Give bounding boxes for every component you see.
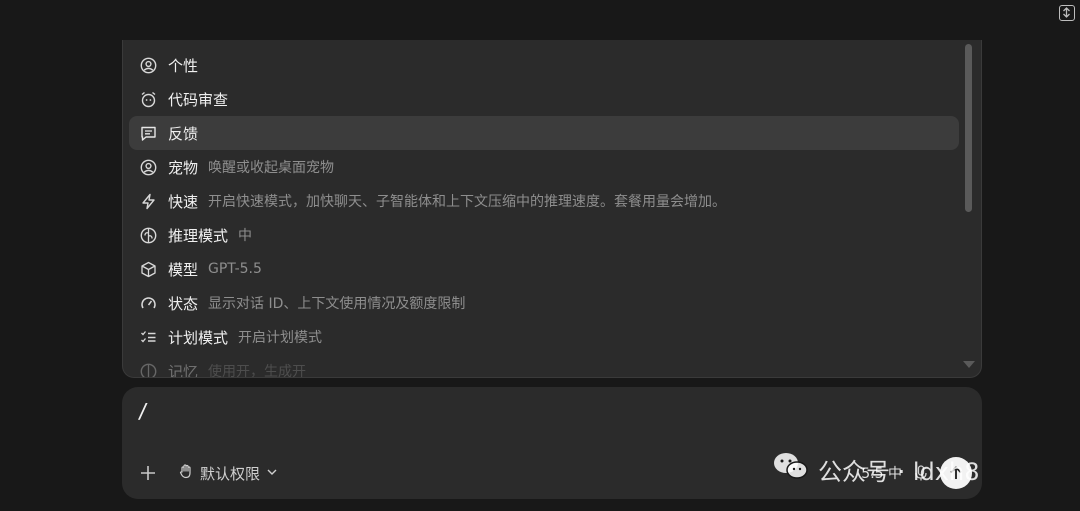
user-circle-icon [139, 56, 157, 74]
watermark-text: 公众号 · ldxh8 [818, 457, 980, 486]
hand-icon [178, 463, 194, 483]
brain-icon [139, 226, 157, 244]
scroll-down-arrow-icon[interactable] [963, 361, 975, 368]
wechat-icon [772, 451, 810, 487]
permission-selector[interactable]: 默认权限 [178, 461, 278, 485]
gauge-icon [139, 294, 157, 312]
chevron-down-icon [266, 464, 278, 482]
pet-face-icon [139, 158, 157, 176]
scroll-thumb[interactable] [965, 44, 972, 212]
menu-item-desc: 显示对话 ID、上下文使用情况及额度限制 [208, 296, 466, 312]
menu-item-desc: 唤醒或收起桌面宠物 [208, 160, 335, 176]
cube-icon [139, 260, 157, 278]
expand-icon[interactable] [1059, 5, 1075, 21]
menu-item-feedback[interactable]: 反馈 [129, 116, 959, 150]
message-input[interactable]: / [137, 399, 149, 423]
watermark: 公众号 · ldxh8 [772, 452, 979, 486]
slash-command-menu: 个性 代码审查 反馈 宠物 唤醒或收起桌面宠物 快速 开启快速模式，加快聊天、子… [122, 40, 982, 378]
menu-item-reasoning-mode[interactable]: 推理模式 中 [129, 218, 959, 252]
lightning-icon [139, 192, 157, 210]
menu-item-pet[interactable]: 宠物 唤醒或收起桌面宠物 [129, 150, 959, 184]
menu-item-model[interactable]: 模型 GPT-5.5 [129, 252, 959, 286]
add-attachment-button[interactable] [138, 463, 158, 483]
menu-item-desc: 使用开，生成开 [208, 364, 307, 378]
menu-item-label: 快速 [168, 192, 199, 211]
menu-item-label: 代码审查 [168, 90, 229, 109]
menu-item-fast[interactable]: 快速 开启快速模式，加快聊天、子智能体和上下文压缩中的推理速度。套餐用量会增加。 [129, 184, 959, 218]
menu-item-label: 计划模式 [168, 328, 229, 347]
menu-item-desc: 中 [238, 228, 253, 244]
menu-item-plan-mode[interactable]: 计划模式 开启计划模式 [129, 320, 959, 354]
menu-item-desc: 开启计划模式 [238, 330, 323, 346]
alarm-clock-icon [139, 90, 157, 108]
menu-item-label: 宠物 [168, 158, 199, 177]
menu-item-personality[interactable]: 个性 [129, 48, 959, 82]
menu-item-memory[interactable]: 记忆 使用开，生成开 [129, 354, 959, 378]
menu-item-desc: GPT-5.5 [208, 261, 262, 277]
menu-item-label: 模型 [168, 260, 199, 279]
menu-scrollbar[interactable] [963, 40, 975, 377]
menu-item-label: 状态 [168, 294, 199, 313]
menu-item-code-review[interactable]: 代码审查 [129, 82, 959, 116]
menu-item-label: 反馈 [168, 124, 199, 143]
menu-item-label: 记忆 [168, 362, 199, 378]
memory-icon [139, 362, 157, 377]
message-square-icon [139, 124, 157, 142]
command-list: 个性 代码审查 反馈 宠物 唤醒或收起桌面宠物 快速 开启快速模式，加快聊天、子… [129, 48, 959, 378]
menu-item-status[interactable]: 状态 显示对话 ID、上下文使用情况及额度限制 [129, 286, 959, 320]
permission-label: 默认权限 [200, 464, 261, 483]
menu-item-label: 推理模式 [168, 226, 229, 245]
menu-item-label: 个性 [168, 56, 199, 75]
menu-item-desc: 开启快速模式，加快聊天、子智能体和上下文压缩中的推理速度。套餐用量会增加。 [208, 194, 727, 210]
plus-icon [141, 466, 155, 480]
checklist-icon [139, 328, 157, 346]
